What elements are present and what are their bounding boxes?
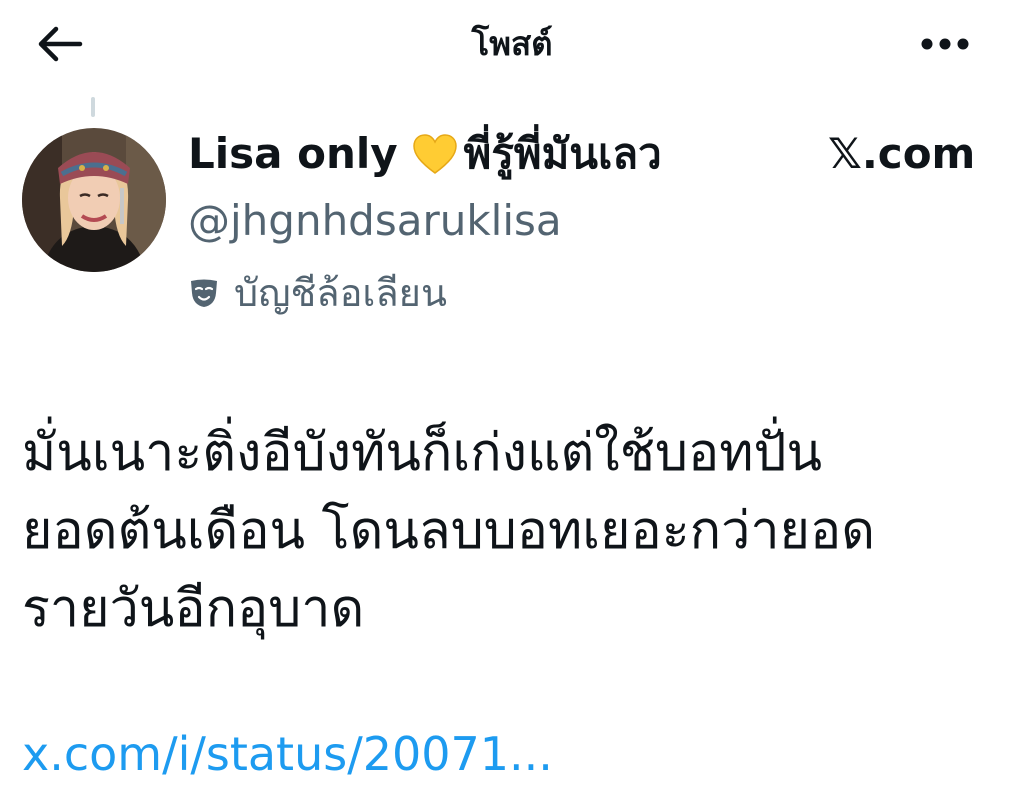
parody-account-label: บัญชีล้อเลียน xyxy=(188,266,447,320)
more-options-button[interactable] xyxy=(905,20,985,68)
avatar-image xyxy=(22,128,166,272)
page-title: โพสต์ xyxy=(471,24,553,63)
tweet-line: มั่นเนาะติ่งอีบังทันก็เก่งแต่ใช้บอทปั่น xyxy=(22,423,823,483)
author-name-suffix: พี่รู้พี่มันเลว xyxy=(463,129,662,178)
thread-connector-line xyxy=(91,97,95,117)
source-site-link[interactable]: 𝕏.com xyxy=(828,125,975,183)
yellow-heart-icon xyxy=(412,134,457,174)
author-name-text: Lisa only xyxy=(188,129,398,178)
top-bar: โพสต์ xyxy=(0,0,1024,90)
tweet-line: รายวันอีกอุบาด xyxy=(22,579,365,639)
tweet-line: ยอดต้นเดือน โดนลบบอทเยอะกว่ายอด xyxy=(22,501,876,561)
more-horizontal-icon xyxy=(921,38,969,50)
parody-label-text: บัญชีล้อเลียน xyxy=(234,271,447,315)
author-display-name[interactable]: Lisa only พี่รู้พี่มันเลว xyxy=(188,125,662,183)
tweet-status-link[interactable]: x.com/i/status/20071... xyxy=(22,722,553,786)
author-handle[interactable]: @jhgnhdsaruklisa xyxy=(188,192,562,250)
parody-mask-icon xyxy=(191,279,217,307)
tweet-text: มั่นเนาะติ่งอีบังทันก็เก่งแต่ใช้บอทปั่น … xyxy=(22,414,1012,648)
avatar[interactable] xyxy=(22,128,166,272)
